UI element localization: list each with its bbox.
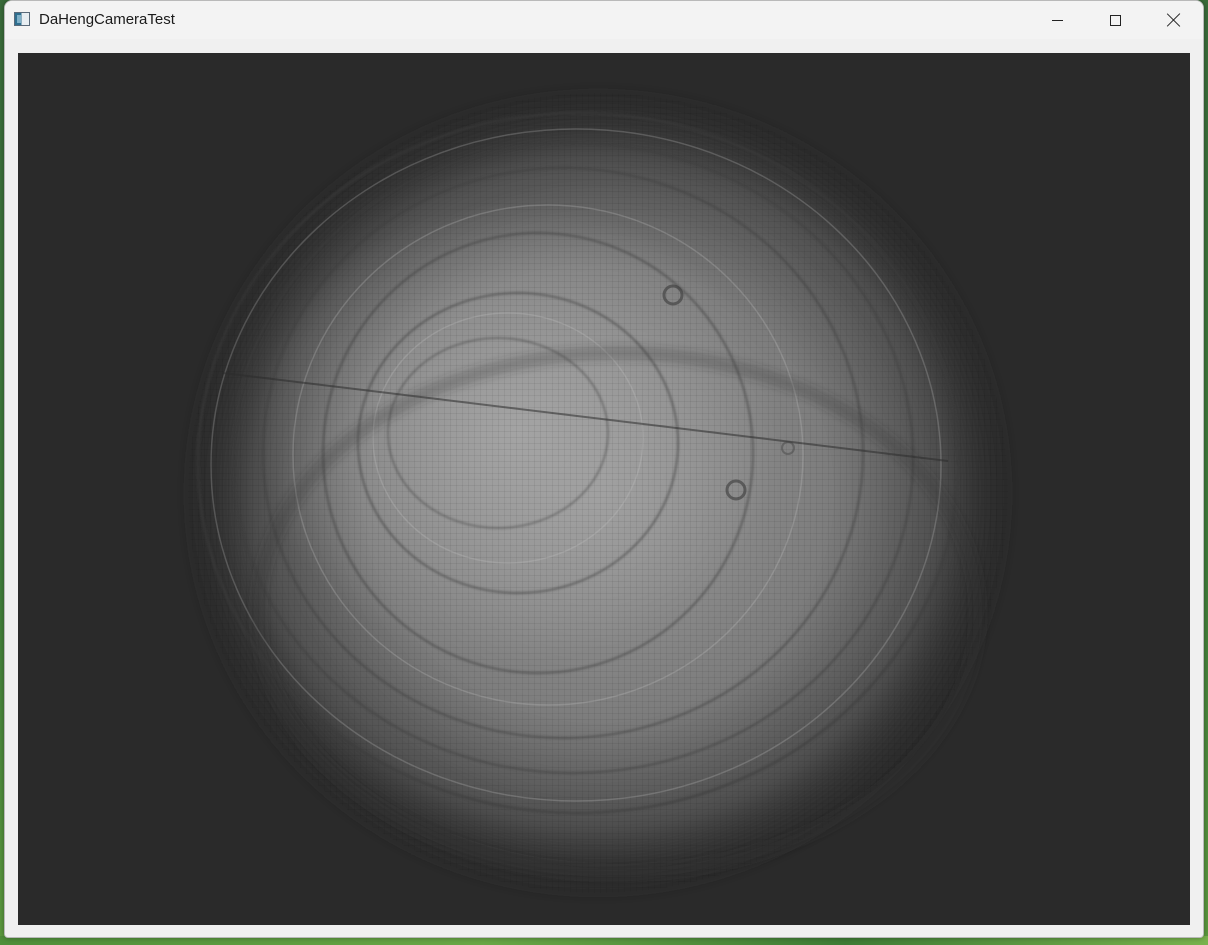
maximize-icon xyxy=(1109,14,1121,26)
camera-frame-image xyxy=(18,53,1190,925)
window-title: DaHengCameraTest xyxy=(39,11,175,28)
camera-image-view xyxy=(18,53,1190,925)
close-icon xyxy=(1167,13,1181,27)
minimize-button[interactable] xyxy=(1028,1,1086,39)
app-icon xyxy=(14,12,30,26)
close-button[interactable] xyxy=(1145,1,1203,39)
client-area xyxy=(5,39,1203,937)
minimize-icon xyxy=(1051,19,1063,21)
title-bar[interactable]: DaHengCameraTest xyxy=(5,1,1203,39)
maximize-button[interactable] xyxy=(1086,1,1144,39)
app-window: DaHengCameraTest xyxy=(4,0,1204,938)
